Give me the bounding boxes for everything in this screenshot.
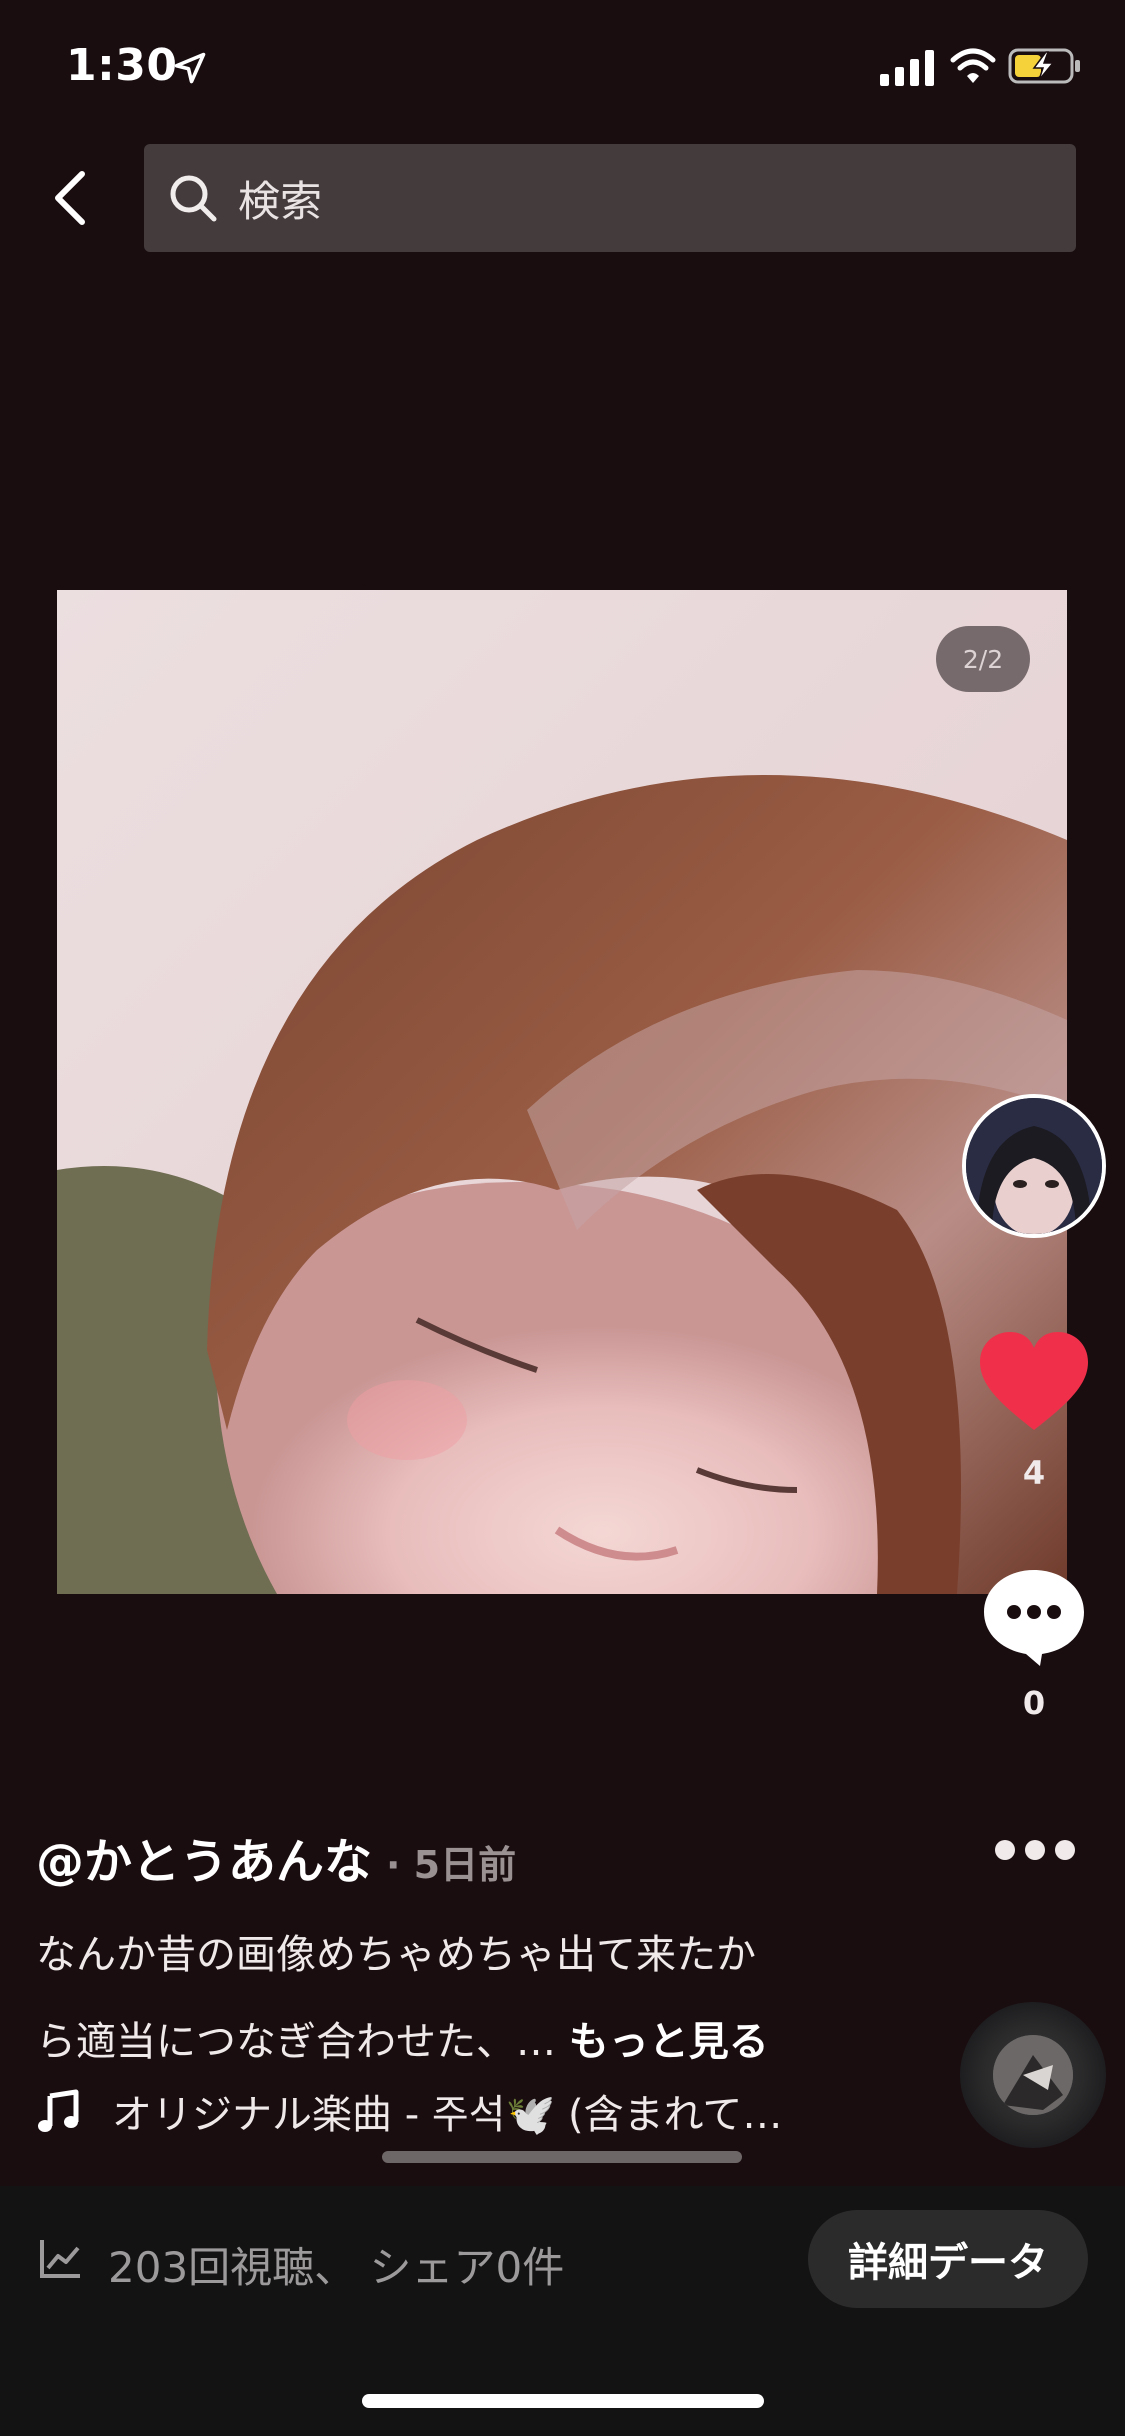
- search-bar[interactable]: 検索: [144, 144, 1076, 252]
- see-more-link[interactable]: もっと見る: [569, 2019, 769, 2065]
- analytics-chart-icon: [40, 2240, 80, 2278]
- more-dot-icon: [1025, 1840, 1045, 1860]
- music-note-icon: [38, 2089, 79, 2132]
- author-name[interactable]: @かとうあんな: [36, 1822, 372, 1892]
- back-button[interactable]: [40, 160, 100, 236]
- detail-data-button[interactable]: 詳細データ: [808, 2210, 1088, 2308]
- more-dot-icon: [995, 1840, 1015, 1860]
- like-count: 4: [1022, 1454, 1046, 1492]
- music-title: オリジナル楽曲 - 주석🕊️ (含まれて…: [112, 2092, 783, 2138]
- caption-line-text: ら適当につなぎ合わせた、…: [36, 2019, 556, 2065]
- location-arrow-icon: [174, 52, 206, 84]
- screen: 1:30 検索 2/2 4 0 @かとうあんな · 5日前 なんか昔の画像めちゃ…: [0, 0, 1125, 2436]
- playback-progress-bar[interactable]: [382, 2151, 742, 2163]
- views-shares-text: 203回視聴、 シェア0件: [108, 2243, 565, 2292]
- status-time: 1:30: [66, 40, 178, 91]
- author-row: @かとうあんな · 5日前: [36, 1822, 516, 1892]
- music-disc-art: [993, 2035, 1073, 2115]
- like-heart-icon[interactable]: [978, 1330, 1090, 1434]
- caption-line: なんか昔の画像めちゃめちゃ出て来たか: [36, 1932, 756, 1978]
- search-placeholder: 検索: [238, 176, 323, 226]
- chevron-left-icon: [55, 171, 85, 225]
- comment-count: 0: [1022, 1684, 1046, 1722]
- music-row[interactable]: オリジナル楽曲 - 주석🕊️ (含まれて…: [36, 2082, 782, 2140]
- page-counter: 2/2: [936, 626, 1030, 692]
- more-dot-icon: [1055, 1840, 1075, 1860]
- status-bar: 1:30: [0, 0, 1125, 132]
- caption-line: ら適当につなぎ合わせた、… もっと見る: [36, 1999, 896, 2086]
- music-disc[interactable]: [960, 2002, 1106, 2148]
- avatar-image: [966, 1098, 1102, 1234]
- wifi-icon: [950, 48, 996, 83]
- post-photo-image: [57, 590, 1067, 1594]
- home-indicator[interactable]: [362, 2394, 764, 2408]
- post-photo[interactable]: [57, 590, 1067, 1594]
- search-icon: [170, 175, 217, 222]
- comment-bubble-icon[interactable]: [980, 1562, 1088, 1670]
- more-options-button[interactable]: [990, 1830, 1080, 1870]
- post-time: · 5日前: [386, 1843, 517, 1887]
- battery-charging-icon: [1008, 48, 1080, 84]
- post-caption: なんか昔の画像めちゃめちゃ出て来たか ら適当につなぎ合わせた、… もっと見る: [36, 1912, 896, 2086]
- cellular-signal-icon: [880, 50, 934, 86]
- author-avatar[interactable]: [962, 1094, 1106, 1238]
